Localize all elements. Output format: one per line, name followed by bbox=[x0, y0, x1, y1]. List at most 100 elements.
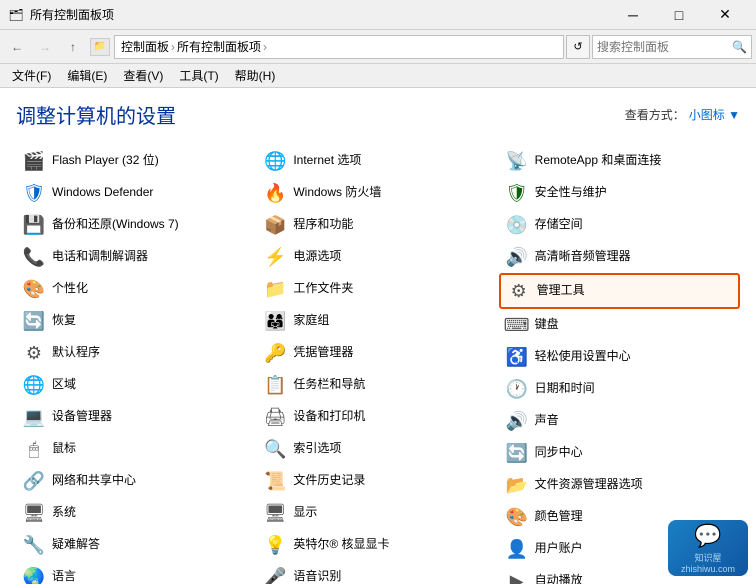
item-label: 显示 bbox=[293, 505, 317, 521]
list-item[interactable]: 📡RemoteApp 和桌面连接 bbox=[499, 145, 740, 177]
list-item[interactable]: 🖱鼠标 bbox=[16, 433, 257, 465]
list-item[interactable]: 💻设备管理器 bbox=[16, 401, 257, 433]
menu-edit[interactable]: 编辑(E) bbox=[59, 65, 115, 86]
list-item[interactable]: 🔧疑难解答 bbox=[16, 529, 257, 561]
item-label: 英特尔® 核显显卡 bbox=[293, 537, 389, 553]
list-item[interactable]: 🌐Internet 选项 bbox=[257, 145, 498, 177]
list-item[interactable]: 🛡Windows Defender bbox=[16, 177, 257, 209]
minimize-button[interactable]: ─ bbox=[610, 0, 656, 30]
item-icon: 📦 bbox=[263, 213, 287, 237]
list-item[interactable]: 🔊声音 bbox=[499, 405, 740, 437]
item-icon: 🔄 bbox=[22, 309, 46, 333]
list-item[interactable]: 🌐区域 bbox=[16, 369, 257, 401]
up-button[interactable]: ↑ bbox=[60, 34, 86, 60]
item-icon: 🔑 bbox=[263, 341, 287, 365]
item-icon: 🔥 bbox=[263, 181, 287, 205]
list-item[interactable]: 🛡安全性与维护 bbox=[499, 177, 740, 209]
item-icon: 🛡 bbox=[505, 181, 529, 205]
item-label: 文件资源管理器选项 bbox=[535, 477, 643, 493]
column-0: 🎬Flash Player (32 位)🛡Windows Defender 💾 备份… bbox=[16, 145, 257, 584]
title-bar-controls: ─ □ ✕ bbox=[610, 0, 748, 30]
list-item[interactable]: 🔄恢复 bbox=[16, 305, 257, 337]
item-label: 键盘 bbox=[535, 317, 559, 333]
close-button[interactable]: ✕ bbox=[702, 0, 748, 30]
item-label: RemoteApp 和桌面连接 bbox=[535, 153, 662, 169]
list-item[interactable]: ♿轻松使用设置中心 bbox=[499, 341, 740, 373]
list-item[interactable]: ⚡电源选项 bbox=[257, 241, 498, 273]
search-icon: 🔍 bbox=[732, 40, 747, 54]
menu-help[interactable]: 帮助(H) bbox=[227, 65, 284, 86]
list-item[interactable]: 🕐日期和时间 bbox=[499, 373, 740, 405]
item-icon: 🔊 bbox=[505, 245, 529, 269]
list-item[interactable]: 🔗网络和共享中心 bbox=[16, 465, 257, 497]
item-icon: 💾 bbox=[22, 213, 46, 237]
item-label: 文件历史记录 bbox=[293, 473, 365, 489]
list-item[interactable]: 🖥系统 bbox=[16, 497, 257, 529]
item-icon: 📂 bbox=[505, 473, 529, 497]
list-item[interactable]: 🔍索引选项 bbox=[257, 433, 498, 465]
list-item[interactable]: 🖥显示 bbox=[257, 497, 498, 529]
list-item[interactable]: 💾 备份和还原(Windows 7) bbox=[16, 209, 257, 241]
item-icon: ⚙ bbox=[507, 279, 531, 303]
list-item[interactable]: 🎤语音识别 bbox=[257, 561, 498, 584]
item-icon: ⚡ bbox=[263, 245, 287, 269]
item-icon: 📋 bbox=[263, 373, 287, 397]
list-item[interactable]: 🔑凭据管理器 bbox=[257, 337, 498, 369]
search-input[interactable] bbox=[597, 40, 728, 54]
list-item[interactable]: 📦程序和功能 bbox=[257, 209, 498, 241]
list-item[interactable]: ⚙管理工具 bbox=[499, 273, 740, 309]
item-icon: 🎤 bbox=[263, 565, 287, 584]
list-item[interactable]: 👨‍👩‍👧家庭组 bbox=[257, 305, 498, 337]
item-icon: 💿 bbox=[505, 213, 529, 237]
list-item[interactable]: 📂 文件资源管理器选项 bbox=[499, 469, 740, 501]
menu-tools[interactable]: 工具(T) bbox=[171, 65, 226, 86]
list-item[interactable]: 🔥Windows 防火墙 bbox=[257, 177, 498, 209]
item-icon: ⚙ bbox=[22, 341, 46, 365]
view-mode: 查看方式： 小图标 ▼ bbox=[625, 106, 740, 123]
item-label: 颜色管理 bbox=[535, 509, 583, 525]
menu-view[interactable]: 查看(V) bbox=[115, 65, 171, 86]
list-item[interactable]: 🖨设备和打印机 bbox=[257, 401, 498, 433]
watermark-site: 知识屋zhishiwu.com bbox=[681, 551, 735, 574]
address-box[interactable]: 控制面板 › 所有控制面板项 › bbox=[114, 35, 564, 59]
item-label: 同步中心 bbox=[535, 445, 583, 461]
item-label: 备份和还原(Windows 7) bbox=[52, 217, 179, 233]
item-label: Windows Defender bbox=[52, 185, 153, 201]
refresh-button[interactable]: ↺ bbox=[566, 35, 590, 59]
list-item[interactable]: 📋任务栏和导航 bbox=[257, 369, 498, 401]
list-item[interactable]: 💡英特尔® 核显显卡 bbox=[257, 529, 498, 561]
view-mode-selector[interactable]: 小图标 ▼ bbox=[689, 106, 740, 123]
search-box[interactable]: 🔍 bbox=[592, 35, 752, 59]
back-button[interactable]: ← bbox=[4, 34, 30, 60]
item-label: 系统 bbox=[52, 505, 76, 521]
items-grid: 🎬Flash Player (32 位)🛡Windows Defender💾备份… bbox=[16, 145, 740, 584]
list-item[interactable]: 🔄同步中心 bbox=[499, 437, 740, 469]
list-item[interactable]: 💿存储空间 bbox=[499, 209, 740, 241]
item-icon: 💻 bbox=[22, 405, 46, 429]
item-label: 默认程序 bbox=[52, 345, 100, 361]
item-icon: 🌐 bbox=[263, 149, 287, 173]
maximize-button[interactable]: □ bbox=[656, 0, 702, 30]
list-item[interactable]: 📞电话和调制解调器 bbox=[16, 241, 257, 273]
list-item[interactable]: ⌨键盘 bbox=[499, 309, 740, 341]
content-area: 调整计算机的设置 查看方式： 小图标 ▼ 🎬Flash Player (32 位… bbox=[0, 88, 756, 584]
list-item[interactable]: 🌏语言 bbox=[16, 561, 257, 584]
title-bar: 🗂 所有控制面板项 ─ □ ✕ bbox=[0, 0, 756, 30]
item-icon: 🔗 bbox=[22, 469, 46, 493]
item-icon: 📜 bbox=[263, 469, 287, 493]
list-item[interactable]: 📜 文件历史记录 bbox=[257, 465, 498, 497]
forward-button[interactable]: → bbox=[32, 34, 58, 60]
item-icon: 🕐 bbox=[505, 377, 529, 401]
watermark: 💬 知识屋zhishiwu.com bbox=[668, 520, 748, 576]
list-item[interactable]: 🎨个性化 bbox=[16, 273, 257, 305]
list-item[interactable]: 📁工作文件夹 bbox=[257, 273, 498, 305]
list-item[interactable]: 🔊高清晰音频管理器 bbox=[499, 241, 740, 273]
menu-file[interactable]: 文件(F) bbox=[4, 65, 59, 86]
item-icon: 📁 bbox=[263, 277, 287, 301]
item-label: 语言 bbox=[52, 569, 76, 584]
item-icon: 👨‍👩‍👧 bbox=[263, 309, 287, 333]
address-bar: ← → ↑ 📁 控制面板 › 所有控制面板项 › ↺ 🔍 bbox=[0, 30, 756, 64]
list-item[interactable]: 🎬Flash Player (32 位) bbox=[16, 145, 257, 177]
item-icon: 👤 bbox=[505, 537, 529, 561]
list-item[interactable]: ⚙ 默认程序 bbox=[16, 337, 257, 369]
